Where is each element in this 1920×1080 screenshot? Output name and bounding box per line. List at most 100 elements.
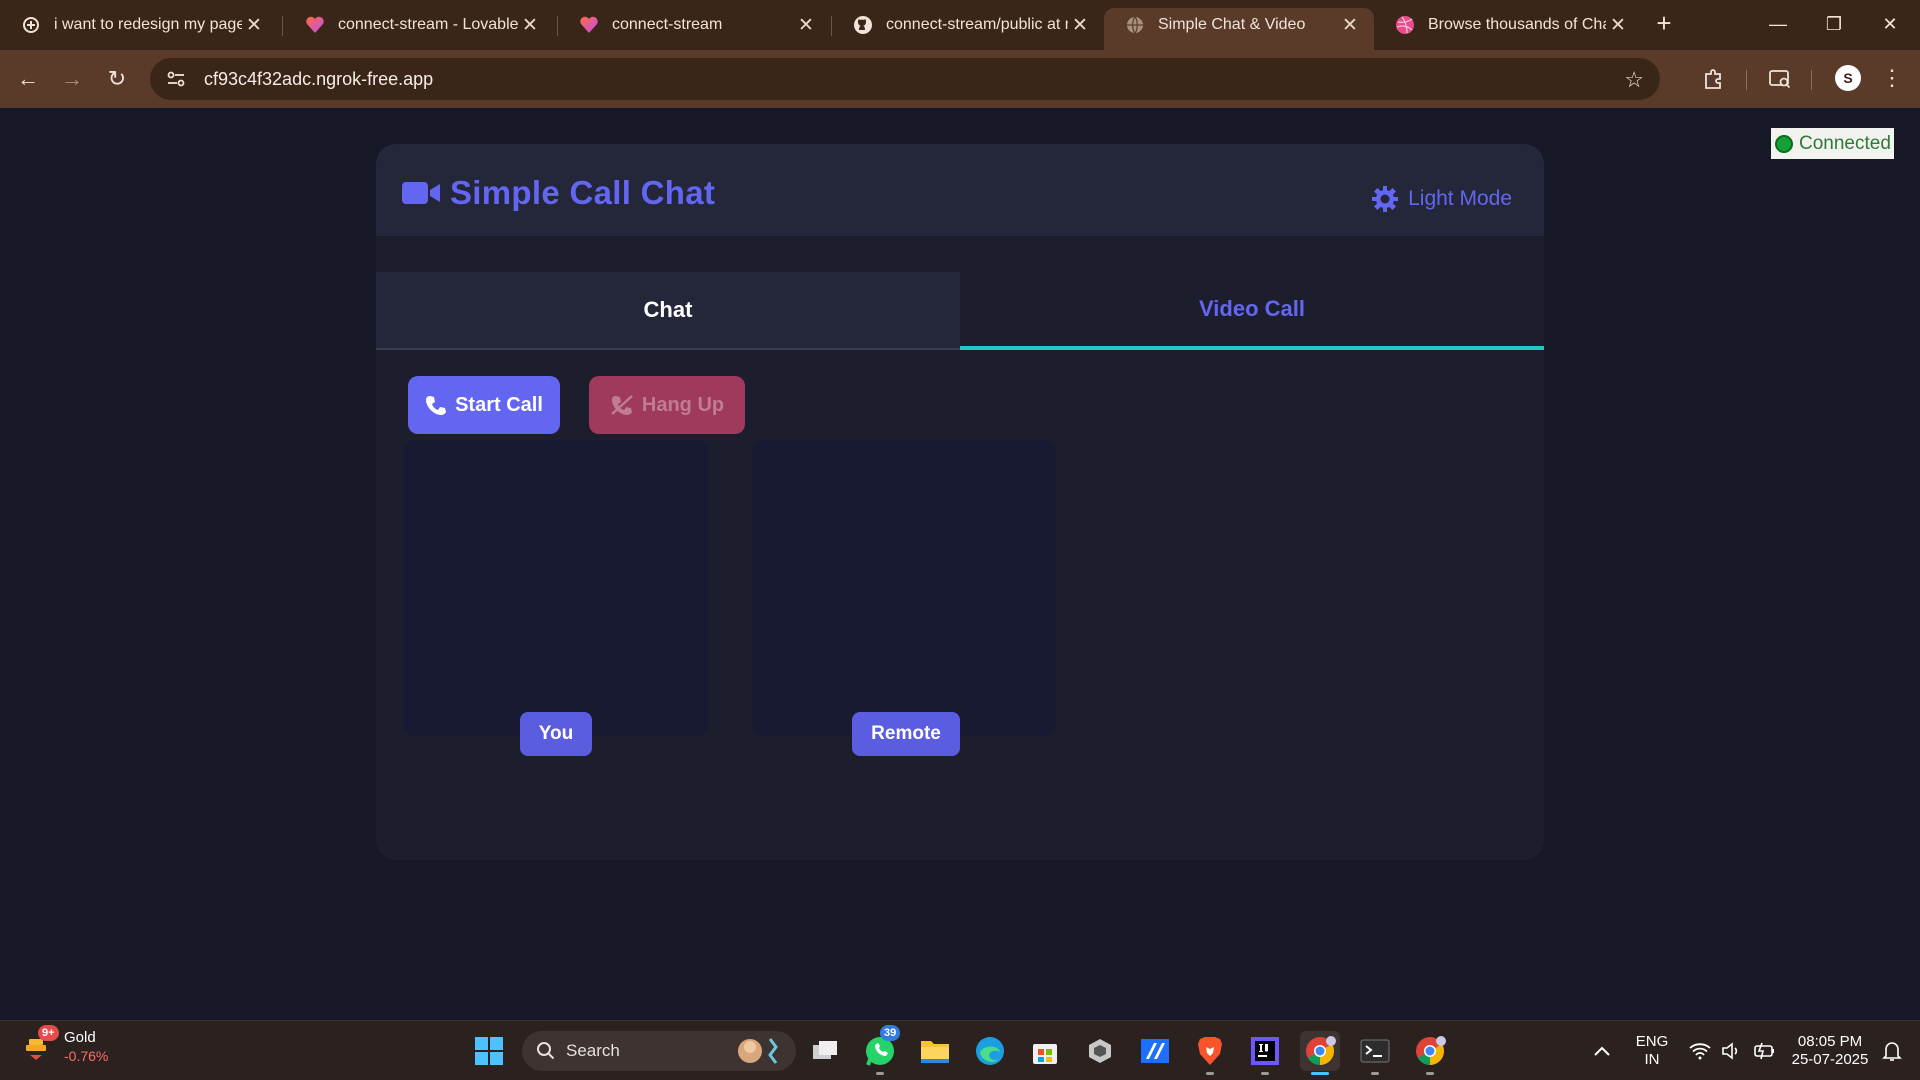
- search-label: Search: [566, 1041, 620, 1060]
- tab-video-call[interactable]: Video Call: [960, 272, 1544, 350]
- site-info-icon[interactable]: [154, 58, 198, 100]
- intellij-icon[interactable]: [1245, 1031, 1285, 1075]
- gold-chart-icon: 9+: [22, 1025, 59, 1063]
- clock-date: 25-07-2025: [1791, 1051, 1869, 1068]
- search-icon: [537, 1042, 555, 1060]
- widget-name: Gold: [64, 1029, 96, 1046]
- language-line-1: ENG: [1635, 1033, 1669, 1050]
- back-button[interactable]: ←: [10, 61, 46, 97]
- code-app-icon[interactable]: [1135, 1031, 1175, 1071]
- browser-tab-1[interactable]: i want to redesign my page ✕: [0, 8, 278, 42]
- app-card: Simple Call Chat Light Mode Chat Video C…: [376, 144, 1544, 860]
- restore-button[interactable]: ❐: [1814, 10, 1854, 38]
- light-mode-label: Light Mode: [1408, 187, 1512, 210]
- close-icon[interactable]: ✕: [794, 14, 818, 37]
- wifi-icon: [1689, 1043, 1711, 1060]
- language-indicator[interactable]: ENG IN: [1628, 1033, 1676, 1069]
- tab-title: connect-stream - Lovable: [338, 16, 518, 33]
- running-indicator: [1261, 1072, 1269, 1075]
- browser-tab-4[interactable]: connect-stream/public at m ✕: [832, 8, 1104, 42]
- local-video: You: [404, 440, 708, 756]
- language-line-2: IN: [1644, 1051, 1660, 1068]
- system-tray-quick-settings[interactable]: [1678, 1031, 1788, 1071]
- tab-title: connect-stream: [612, 16, 723, 33]
- widget-change: -0.76%: [64, 1048, 109, 1064]
- start-windows-icon[interactable]: [469, 1031, 509, 1071]
- toolbar-separator: [1746, 70, 1747, 90]
- stock-widget[interactable]: 9+ Gold -0.76%: [22, 1025, 109, 1065]
- clock[interactable]: 08:05 PM 25-07-2025: [1782, 1033, 1878, 1069]
- tab-title: connect-stream/public at m: [886, 16, 1068, 33]
- task-view-icon[interactable]: [805, 1031, 845, 1071]
- whatsapp-icon[interactable]: 39: [860, 1025, 901, 1075]
- browser-menu-icon[interactable]: ⋮: [1880, 60, 1904, 96]
- app-title: Simple Call Chat: [402, 174, 715, 212]
- minimize-button[interactable]: —: [1758, 10, 1798, 38]
- edge-icon[interactable]: [970, 1031, 1010, 1071]
- chevron-up-icon[interactable]: [1582, 1031, 1622, 1071]
- github-icon: [852, 14, 874, 36]
- browser-toolbar: ← → ↻ cf93c4f32adc.ngrok-free.app ☆: [0, 50, 1920, 108]
- chrome-icon-active[interactable]: [1300, 1031, 1340, 1075]
- clock-time: 08:05 PM: [1797, 1033, 1863, 1050]
- bookmark-star-icon[interactable]: ☆: [1624, 67, 1644, 93]
- brave-icon[interactable]: [1190, 1031, 1230, 1075]
- close-icon[interactable]: ✕: [1338, 14, 1362, 37]
- sun-icon: [1372, 186, 1399, 212]
- status-dot-icon: [1775, 134, 1793, 153]
- whatsapp-badge: 39: [880, 1025, 901, 1041]
- phone-icon: [426, 396, 447, 415]
- toolbar-separator: [1811, 70, 1812, 90]
- browser-tab-2[interactable]: connect-stream - Lovable ✕: [284, 8, 554, 42]
- app-tabs: Chat Video Call: [376, 272, 1544, 350]
- close-icon[interactable]: ✕: [1068, 14, 1092, 37]
- close-icon[interactable]: ✕: [518, 14, 542, 37]
- close-window-button[interactable]: ✕: [1870, 10, 1910, 38]
- close-icon[interactable]: ✕: [242, 14, 266, 37]
- remote-video-label: Remote: [852, 712, 960, 756]
- taskbar-search[interactable]: Search: [522, 1031, 796, 1071]
- microsoft-store-icon[interactable]: [1025, 1031, 1065, 1071]
- app-header: Simple Call Chat Light Mode: [376, 144, 1544, 236]
- running-indicator: [876, 1072, 884, 1075]
- address-bar[interactable]: cf93c4f32adc.ngrok-free.app ☆: [150, 58, 1660, 100]
- hang-up-label: Hang Up: [641, 393, 725, 416]
- widget-badge: 9+: [38, 1025, 59, 1041]
- browser-tab-5-active[interactable]: Simple Chat & Video ✕: [1104, 8, 1374, 50]
- browser-tab-strip: i want to redesign my page ✕ connect-str…: [0, 0, 1920, 50]
- start-call-button[interactable]: Start Call: [408, 376, 560, 434]
- terminal-icon[interactable]: [1355, 1031, 1395, 1075]
- local-video-label: You: [520, 712, 592, 756]
- connection-status-text: Connected: [1799, 132, 1891, 154]
- close-icon[interactable]: ✕: [1606, 14, 1630, 37]
- profile-avatar[interactable]: S: [1835, 65, 1861, 91]
- chrome-profile-icon[interactable]: [1410, 1031, 1450, 1075]
- unity-icon[interactable]: [1080, 1031, 1120, 1071]
- running-indicator: [1371, 1072, 1379, 1075]
- extensions-icon[interactable]: [1697, 63, 1729, 95]
- running-indicator: [1206, 1072, 1214, 1075]
- tab-title: i want to redesign my page: [54, 16, 242, 33]
- app-title-text: Simple Call Chat: [450, 174, 716, 211]
- light-mode-toggle[interactable]: Light Mode: [1372, 186, 1512, 212]
- tab-chat[interactable]: Chat: [376, 272, 960, 350]
- video-camera-icon: [402, 182, 440, 204]
- phone-slash-icon: [611, 395, 633, 415]
- file-explorer-icon[interactable]: [915, 1031, 955, 1071]
- browser-tab-3[interactable]: connect-stream ✕: [558, 8, 830, 42]
- new-tab-button[interactable]: +: [1650, 10, 1678, 38]
- lovable-icon: [304, 14, 326, 36]
- reload-button[interactable]: ↻: [99, 61, 135, 97]
- running-indicator: [1426, 1072, 1434, 1075]
- forward-button[interactable]: →: [54, 61, 90, 97]
- globe-icon: [1124, 14, 1146, 36]
- browser-tab-6[interactable]: Browse thousands of Chat / ✕: [1374, 8, 1642, 42]
- notifications-icon[interactable]: [1872, 1031, 1912, 1071]
- hang-up-button[interactable]: Hang Up: [589, 376, 745, 434]
- address-url: cf93c4f32adc.ngrok-free.app: [204, 68, 434, 89]
- remote-video: Remote: [752, 440, 1056, 756]
- taskbar: 9+ Gold -0.76% Search 39 ENG IN 08:05 PM…: [0, 1020, 1920, 1080]
- tab-title: Simple Chat & Video: [1158, 16, 1306, 33]
- active-indicator: [1311, 1072, 1329, 1075]
- tab-search-icon[interactable]: [1764, 63, 1796, 95]
